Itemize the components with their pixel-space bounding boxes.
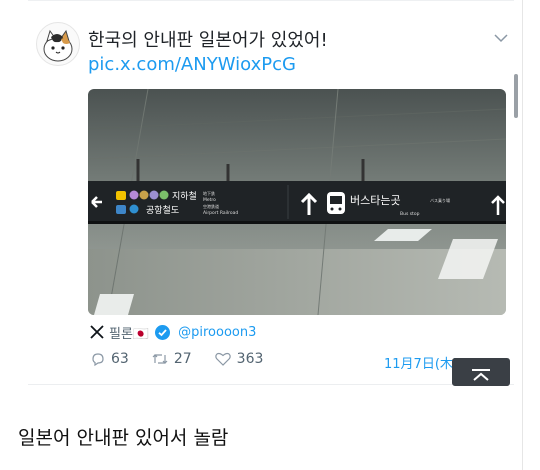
svg-text:空港鉄道: 空港鉄道 [203,203,219,209]
tweet-photo[interactable]: 지하철 地下鉄 Metro 공항철도 空港鉄道 Airport Railroad… [88,89,506,315]
tweet-author-row[interactable]: 필론🇯🇵 @piroooon3 [90,322,256,342]
tweet-actions: 63 27 363 [90,351,285,367]
author-name: 필론🇯🇵 [109,326,150,342]
like-button[interactable]: 363 [214,351,264,367]
scroll-to-top-button[interactable] [452,358,510,386]
svg-text:バス乗り場: バス乗り場 [430,197,450,203]
chevron-up-icon [472,369,490,381]
reply-count: 63 [111,351,129,367]
reply-icon [92,353,104,367]
cat-avatar-icon [43,29,73,62]
card-top-divider [28,0,514,1]
retweet-icon [152,354,168,364]
svg-text:Metro: Metro [203,197,216,203]
avatar[interactable] [36,22,80,66]
heart-icon [214,352,231,366]
svg-text:Airport Railroad: Airport Railroad [203,210,238,216]
post-body-text: 일본어 안내판 있어서 놀람 [18,427,229,449]
like-count: 363 [236,351,264,367]
subway-sign-photo: 지하철 地下鉄 Metro 공항철도 空港鉄道 Airport Railroad… [88,89,506,315]
tweet-text: 한국의 안내판 일본어가 있었어! [88,30,328,51]
svg-text:지하철: 지하철 [172,191,197,202]
verified-badge-icon [154,324,171,341]
retweet-count: 27 [173,351,192,367]
chevron-down-icon[interactable] [494,28,508,47]
retweet-button[interactable]: 27 [151,351,192,367]
reply-button[interactable]: 63 [90,351,129,367]
tweet-media-link[interactable]: pic.x.com/ANYWioxPcG [88,54,296,75]
svg-text:地下鉄: 地下鉄 [203,190,215,196]
svg-text:공항철도: 공항철도 [146,205,179,216]
svg-text:버스타는곳: 버스타는곳 [350,194,401,207]
x-logo-icon [90,325,104,339]
svg-text:Bus stop: Bus stop [400,211,420,217]
scrollbar-thumb[interactable] [514,74,518,118]
author-handle[interactable]: @piroooon3 [178,325,256,340]
embedded-tweet-card[interactable]: 한국의 안내판 일본어가 있었어! pic.x.com/ANYWioxPcG 지… [28,0,514,385]
page-edge-divider [522,0,523,470]
